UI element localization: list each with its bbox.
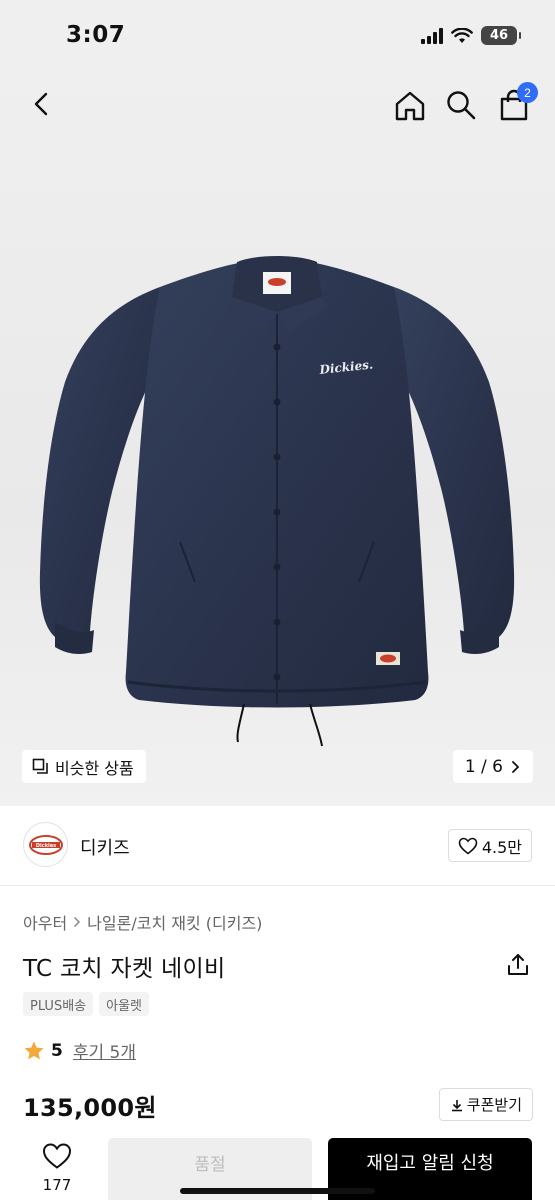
share-icon [508, 953, 528, 975]
coupon-button[interactable]: 쿠폰받기 [438, 1088, 533, 1121]
home-icon [395, 91, 425, 121]
star-icon [24, 1041, 44, 1059]
wifi-icon [451, 27, 473, 43]
back-button[interactable] [26, 88, 58, 120]
copy-icon [32, 758, 48, 774]
image-counter-text: 1 / 6 [464, 756, 503, 777]
image-counter[interactable]: 1 / 6 [452, 750, 533, 783]
tag-outlet: 아울렛 [99, 992, 150, 1016]
dickies-logo-icon: Dickies [28, 834, 63, 855]
cart-count-badge: 2 [517, 82, 538, 103]
product-title: TC 코치 자켓 네이비 [23, 956, 226, 982]
brand-row[interactable]: Dickies 디키즈 4.5만 [0, 806, 555, 886]
brand-logo-text: Dickies [35, 843, 55, 849]
similar-products-label: 비슷한 상품 [55, 758, 134, 778]
brand-name[interactable]: 디키즈 [80, 834, 130, 860]
rating: 5 후기 5개 [23, 1038, 136, 1063]
status-bar: 3:07 46 [0, 0, 555, 72]
chevron-right-icon [512, 760, 520, 773]
breadcrumb-item[interactable]: 아우터 [23, 910, 67, 934]
home-button[interactable] [392, 88, 428, 124]
heart-icon [42, 1143, 72, 1169]
status-icons: 46 [421, 26, 521, 45]
coupon-label: 쿠폰받기 [466, 1096, 522, 1114]
heart-icon [458, 837, 478, 855]
product-price: 135,000원 [23, 1094, 157, 1122]
product-image-gallery[interactable]: 2 Dickies. 비슷한 상품 1 / 6 [0, 72, 555, 806]
brand-like-count: 4.5만 [481, 837, 522, 857]
product-tags: PLUS배송 아울렛 [23, 992, 150, 1016]
chevron-left-icon [34, 92, 48, 116]
product-photo: Dickies. [39, 256, 515, 747]
home-indicator [180, 1188, 375, 1194]
brand-logo[interactable]: Dickies [23, 822, 68, 867]
search-icon [447, 91, 476, 120]
chevron-right-icon [74, 916, 81, 928]
battery-icon: 46 [481, 26, 521, 45]
breadcrumb: 아우터 나일론/코치 재킷 (디키즈) [23, 910, 262, 934]
search-button[interactable] [444, 88, 478, 122]
rating-score: 5 [51, 1040, 63, 1061]
share-button[interactable] [503, 951, 533, 981]
wishlist-button[interactable]: 177 [36, 1142, 78, 1198]
status-time: 3:07 [66, 22, 126, 48]
similar-products-button[interactable]: 비슷한 상품 [22, 750, 146, 783]
download-icon [451, 1099, 462, 1111]
cart-button[interactable]: 2 [496, 82, 538, 124]
breadcrumb-item[interactable]: 나일론/코치 재킷 (디키즈) [87, 910, 262, 934]
signal-icon [421, 27, 443, 44]
brand-like-button[interactable]: 4.5만 [447, 829, 532, 862]
tag-plus-delivery: PLUS배송 [23, 992, 94, 1016]
wishlist-count: 177 [42, 1176, 72, 1194]
review-link[interactable]: 후기 5개 [73, 1038, 136, 1063]
